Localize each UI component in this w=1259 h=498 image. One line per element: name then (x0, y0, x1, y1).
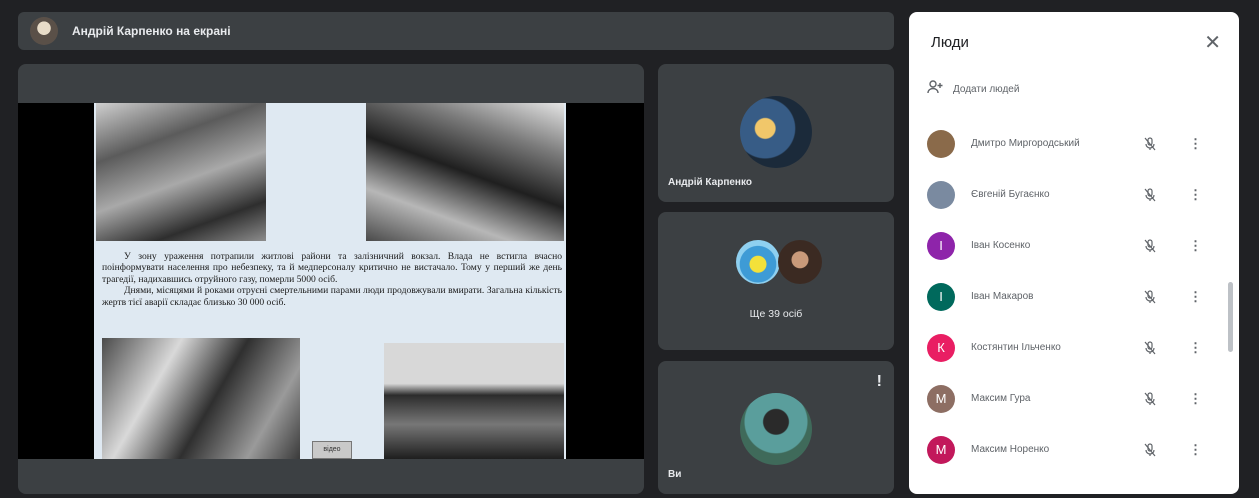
more-options-icon[interactable]: ⋮ (1189, 442, 1202, 458)
mic-off-icon[interactable] (1143, 238, 1157, 253)
presenting-text: Андрій Карпенко на екрані (72, 24, 231, 38)
slide-photo-top-left (96, 103, 266, 241)
presentation-tile[interactable]: У зону ураження потрапили житлові райони… (18, 64, 644, 494)
participant-row[interactable]: Дмитро Миргородський ⋮ (909, 118, 1231, 169)
mic-off-icon[interactable] (1143, 187, 1157, 202)
mic-off-icon[interactable] (1143, 391, 1157, 406)
participant-row[interactable]: Євгеній Бугаєнко ⋮ (909, 169, 1231, 220)
slide-paragraph: Днями, місяцями й роками отруєні смертел… (102, 285, 562, 308)
slide-photo-bottom-left (102, 338, 300, 459)
mic-off-icon[interactable] (1143, 340, 1157, 355)
slide-photo-top-right (366, 103, 564, 241)
presenter-avatar (30, 17, 58, 45)
more-options-icon[interactable]: ⋮ (1189, 289, 1202, 305)
slide-text: У зону ураження потрапили житлові райони… (102, 251, 562, 308)
mic-off-icon[interactable] (1143, 136, 1157, 151)
avatar (740, 96, 812, 168)
participant-name: Костянтин Ільченко (971, 342, 1061, 353)
avatar: І (927, 282, 955, 311)
more-options-icon[interactable]: ⋮ (1189, 238, 1202, 254)
participant-row[interactable]: І Іван Косенко ⋮ (909, 220, 1231, 271)
more-participants-label: Ще 39 осіб (749, 308, 803, 320)
participant-row[interactable]: М Максим Гура ⋮ (909, 373, 1231, 424)
participant-name: Максим Гура (971, 393, 1031, 404)
participant-name: Максим Норенко (971, 444, 1050, 455)
add-people-button[interactable]: Додати людей (927, 80, 1019, 98)
avatar: К (927, 333, 955, 362)
avatar: М (927, 435, 955, 464)
mic-off-icon[interactable] (1143, 289, 1157, 304)
panel-title: Люди (931, 34, 969, 51)
participant-list: Дмитро Миргородський ⋮ Євгеній Бугаєнко ⋮ І І… (909, 118, 1231, 475)
presenting-banner: Андрій Карпенко на екрані (18, 12, 894, 50)
participant-row[interactable]: І Іван Макаров ⋮ (909, 271, 1231, 322)
avatar (927, 129, 955, 158)
more-options-icon[interactable]: ⋮ (1189, 340, 1202, 356)
self-tile[interactable]: ! Ви (658, 361, 894, 494)
avatar (927, 180, 955, 209)
more-options-icon[interactable]: ⋮ (1189, 391, 1202, 407)
shared-screen: У зону ураження потрапили житлові райони… (18, 103, 644, 459)
add-people-label: Додати людей (953, 83, 1020, 95)
participant-name: Ви (668, 469, 682, 480)
participant-row[interactable]: К Костянтин Ільченко ⋮ (909, 322, 1231, 373)
avatar (736, 240, 780, 284)
participant-row[interactable]: М Максим Норенко ⋮ (909, 424, 1231, 475)
scrollbar[interactable] (1228, 282, 1233, 352)
more-options-icon[interactable]: ⋮ (1189, 136, 1202, 152)
slide-video-button[interactable]: відео (312, 441, 352, 459)
participant-name: Іван Косенко (971, 240, 1031, 251)
participant-name: Євгеній Бугаєнко (971, 189, 1050, 200)
more-participants-tile[interactable]: Ще 39 осіб (658, 212, 894, 350)
avatar (740, 393, 812, 465)
presentation-slide: У зону ураження потрапили житлові райони… (94, 103, 566, 459)
avatar (778, 240, 822, 284)
participant-name: Дмитро Миргородський (971, 138, 1080, 149)
more-options-icon[interactable]: ⋮ (1189, 187, 1202, 203)
person-add-icon (927, 80, 943, 98)
participant-name: Андрій Карпенко (668, 177, 752, 188)
people-panel: Люди ✕ Додати людей Дмитро Миргородський… (909, 12, 1239, 494)
participant-name: Іван Макаров (971, 291, 1034, 302)
slide-photo-bottom-right (384, 343, 564, 459)
slide-paragraph: У зону ураження потрапили житлові райони… (102, 251, 562, 285)
participant-tile[interactable]: Андрій Карпенко (658, 64, 894, 202)
mic-off-icon[interactable] (1143, 442, 1157, 457)
avatar: М (927, 384, 955, 413)
close-icon[interactable]: ✕ (1204, 30, 1221, 55)
alert-icon[interactable]: ! (877, 373, 882, 391)
avatar: І (927, 231, 955, 260)
meet-window: Андрій Карпенко на екрані У зону ураженн… (0, 0, 1259, 498)
